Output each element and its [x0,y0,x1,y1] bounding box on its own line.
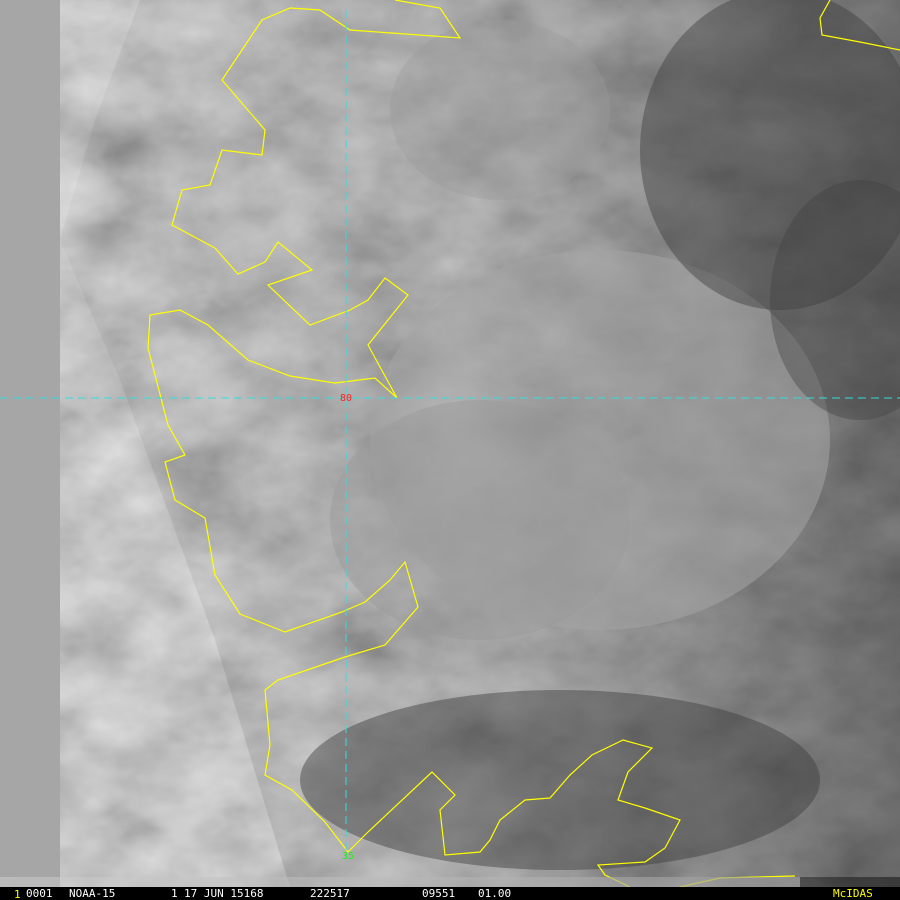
frame-id: 0001 [26,887,53,900]
grid-label-bottom: 35 [342,851,354,862]
mcidas-status-bar: 1 0001 NOAA-15 1 17 JUN 15168 222517 095… [0,887,900,900]
image-time: 222517 [310,887,350,900]
satellite-map-viewport[interactable]: 80 35 1 0001 NOAA-15 1 17 JUN 15168 2225… [0,0,900,900]
image-date: 17 JUN 15168 [184,887,264,900]
frame-number: 1 [14,888,21,900]
bottom-gradient-bar [0,877,800,887]
cursor-position: 09551 [422,887,456,900]
cursor-value: 01.00 [478,887,512,900]
band-number: 1 [171,887,178,900]
satellite-name: NOAA-15 [69,887,116,900]
satellite-image[interactable]: 80 35 [0,0,900,887]
product-name: McIDAS [833,887,873,900]
grid-label-center: 80 [340,393,352,404]
